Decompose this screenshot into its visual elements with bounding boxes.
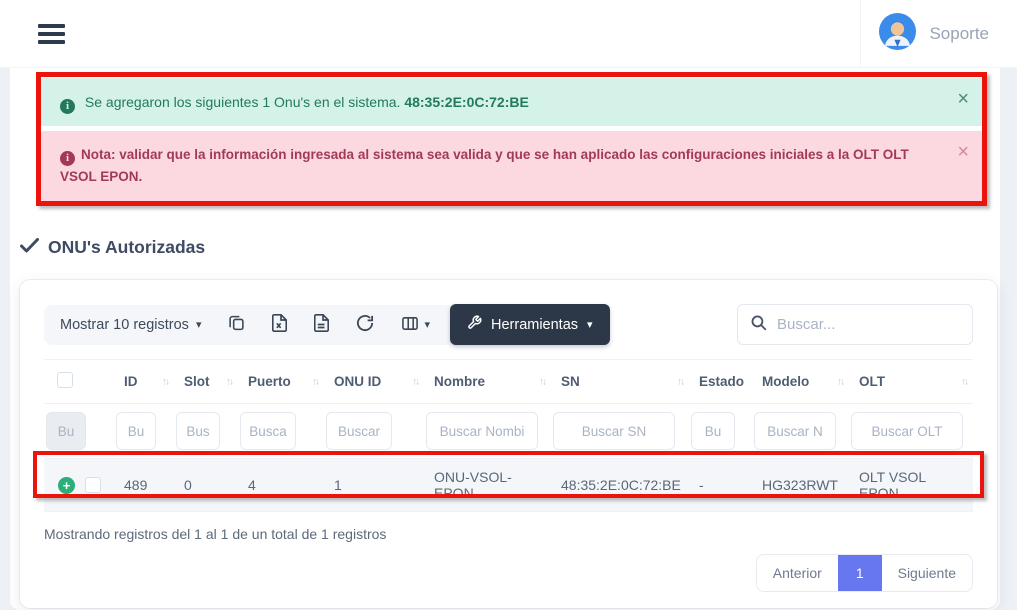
search-input[interactable] bbox=[777, 316, 960, 333]
copy-icon bbox=[228, 314, 245, 335]
filter-id[interactable] bbox=[116, 412, 156, 450]
column-header-nombre[interactable]: Nombre↑↓ bbox=[424, 360, 551, 404]
close-icon[interactable]: × bbox=[957, 89, 969, 109]
alerts-container: i Se agregaron los siguientes 1 Onu's en… bbox=[10, 78, 1000, 201]
table-card: Mostrar 10 registros ▾ bbox=[20, 280, 997, 608]
column-header-estado[interactable]: Estado bbox=[689, 360, 752, 404]
filter-modelo[interactable] bbox=[754, 412, 836, 450]
warning-alert: i Nota: validar que la información ingres… bbox=[40, 131, 985, 201]
row-checkbox[interactable] bbox=[85, 477, 101, 493]
page-title-text: ONU's Autorizadas bbox=[48, 237, 205, 258]
warning-alert-line1: Nota: validar que la información ingresa… bbox=[81, 147, 909, 162]
table-header-row: ID↑↓ Slot↑↓ Puerto↑↓ ONU ID↑↓ Nombre↑↓ S… bbox=[44, 360, 973, 404]
filter-slot[interactable] bbox=[176, 412, 220, 450]
warning-alert-line2: VSOL EPON. bbox=[60, 166, 943, 188]
cell-id: 489 bbox=[114, 459, 174, 512]
chevron-down-icon: ▾ bbox=[196, 318, 202, 331]
column-visibility-button[interactable]: ▾ bbox=[401, 315, 430, 335]
top-navbar: Soporte bbox=[0, 0, 1017, 68]
column-header-modelo[interactable]: Modelo↑↓ bbox=[752, 360, 849, 404]
filter-puerto[interactable] bbox=[240, 412, 296, 450]
success-alert-message: Se agregaron los siguientes 1 Onu's en e… bbox=[85, 94, 401, 110]
copy-button[interactable] bbox=[228, 314, 245, 335]
sort-icon: ↑↓ bbox=[226, 376, 232, 387]
cell-puerto: 4 bbox=[238, 459, 324, 512]
cell-onu-id: 1 bbox=[324, 459, 424, 512]
column-header-onu-id[interactable]: ONU ID↑↓ bbox=[324, 360, 424, 404]
show-entries-dropdown[interactable]: Mostrar 10 registros ▾ bbox=[60, 317, 201, 333]
pdf-export-button[interactable] bbox=[314, 314, 329, 335]
cell-nombre: ONU-VSOL-EPON bbox=[424, 459, 551, 512]
column-header-puerto[interactable]: Puerto↑↓ bbox=[238, 360, 324, 404]
excel-icon bbox=[272, 314, 287, 335]
sort-icon: ↑↓ bbox=[162, 376, 168, 387]
filter-nombre[interactable] bbox=[426, 412, 538, 450]
records-summary: Mostrando registros del 1 al 1 de un tot… bbox=[44, 526, 973, 542]
search-icon bbox=[750, 314, 767, 336]
column-header-id[interactable]: ID↑↓ bbox=[114, 360, 174, 404]
sort-icon: ↑↓ bbox=[312, 376, 318, 387]
pagination-page-1[interactable]: 1 bbox=[838, 555, 882, 591]
table-buttons-group: Mostrar 10 registros ▾ bbox=[44, 305, 456, 345]
table-row: + 489 0 4 1 ONU-VSOL-EPON 48:35:2E:0C:72… bbox=[44, 459, 973, 512]
select-all-checkbox[interactable] bbox=[57, 372, 73, 388]
column-header-slot[interactable]: Slot↑↓ bbox=[174, 360, 238, 404]
cell-olt: OLT VSOL EPON bbox=[849, 459, 973, 512]
info-icon: i bbox=[60, 151, 75, 166]
onu-table: ID↑↓ Slot↑↓ Puerto↑↓ ONU ID↑↓ Nombre↑↓ S… bbox=[44, 359, 973, 512]
info-icon: i bbox=[60, 99, 75, 114]
filter-estado[interactable] bbox=[691, 412, 735, 450]
pagination-previous[interactable]: Anterior bbox=[757, 555, 838, 591]
cell-slot: 0 bbox=[174, 459, 238, 512]
support-label: Soporte bbox=[929, 24, 989, 44]
page-title: ONU's Autorizadas bbox=[20, 237, 1000, 258]
sort-icon: ↑↓ bbox=[837, 376, 843, 387]
table-toolbar: Mostrar 10 registros ▾ bbox=[44, 304, 973, 345]
close-icon[interactable]: × bbox=[957, 142, 969, 162]
wrench-icon bbox=[467, 315, 482, 334]
success-alert: i Se agregaron los siguientes 1 Onu's en… bbox=[40, 78, 985, 126]
sort-icon: ↑↓ bbox=[677, 376, 683, 387]
column-header-sn[interactable]: SN↑↓ bbox=[551, 360, 689, 404]
sort-icon: ↑↓ bbox=[412, 376, 418, 387]
refresh-button[interactable] bbox=[356, 314, 374, 335]
columns-icon bbox=[401, 315, 419, 335]
tools-dropdown-button[interactable]: Herramientas ▾ bbox=[450, 304, 610, 345]
filter-select[interactable] bbox=[46, 412, 86, 450]
cell-estado: - bbox=[689, 459, 752, 512]
hamburger-menu-icon[interactable] bbox=[38, 20, 65, 48]
filter-onu-id[interactable] bbox=[326, 412, 392, 450]
chevron-down-icon: ▾ bbox=[424, 318, 430, 331]
search-container bbox=[737, 304, 973, 345]
pagination-next[interactable]: Siguiente bbox=[882, 555, 972, 591]
header-select-all bbox=[44, 360, 114, 404]
file-icon bbox=[314, 314, 329, 335]
cell-sn: 48:35:2E:0C:72:BE bbox=[551, 459, 689, 512]
sort-icon: ↑↓ bbox=[539, 376, 545, 387]
check-icon bbox=[20, 237, 39, 258]
success-alert-mac: 48:35:2E:0C:72:BE bbox=[404, 94, 529, 110]
excel-export-button[interactable] bbox=[272, 314, 287, 335]
user-avatar bbox=[879, 13, 916, 55]
refresh-icon bbox=[356, 314, 374, 335]
main-content: i Se agregaron los siguientes 1 Onu's en… bbox=[10, 68, 1000, 610]
pagination: Anterior 1 Siguiente bbox=[756, 554, 973, 592]
filter-sn[interactable] bbox=[553, 412, 675, 450]
cell-modelo: HG323RWT bbox=[752, 459, 849, 512]
expand-row-button plus-icon[interactable]: + bbox=[58, 477, 75, 494]
table-filter-row bbox=[44, 404, 973, 459]
column-header-olt[interactable]: OLT↑↓ bbox=[849, 360, 973, 404]
chevron-down-icon: ▾ bbox=[587, 318, 593, 331]
filter-olt[interactable] bbox=[851, 412, 963, 450]
sort-icon: ↑↓ bbox=[961, 376, 967, 387]
user-menu[interactable]: Soporte bbox=[860, 0, 1017, 68]
